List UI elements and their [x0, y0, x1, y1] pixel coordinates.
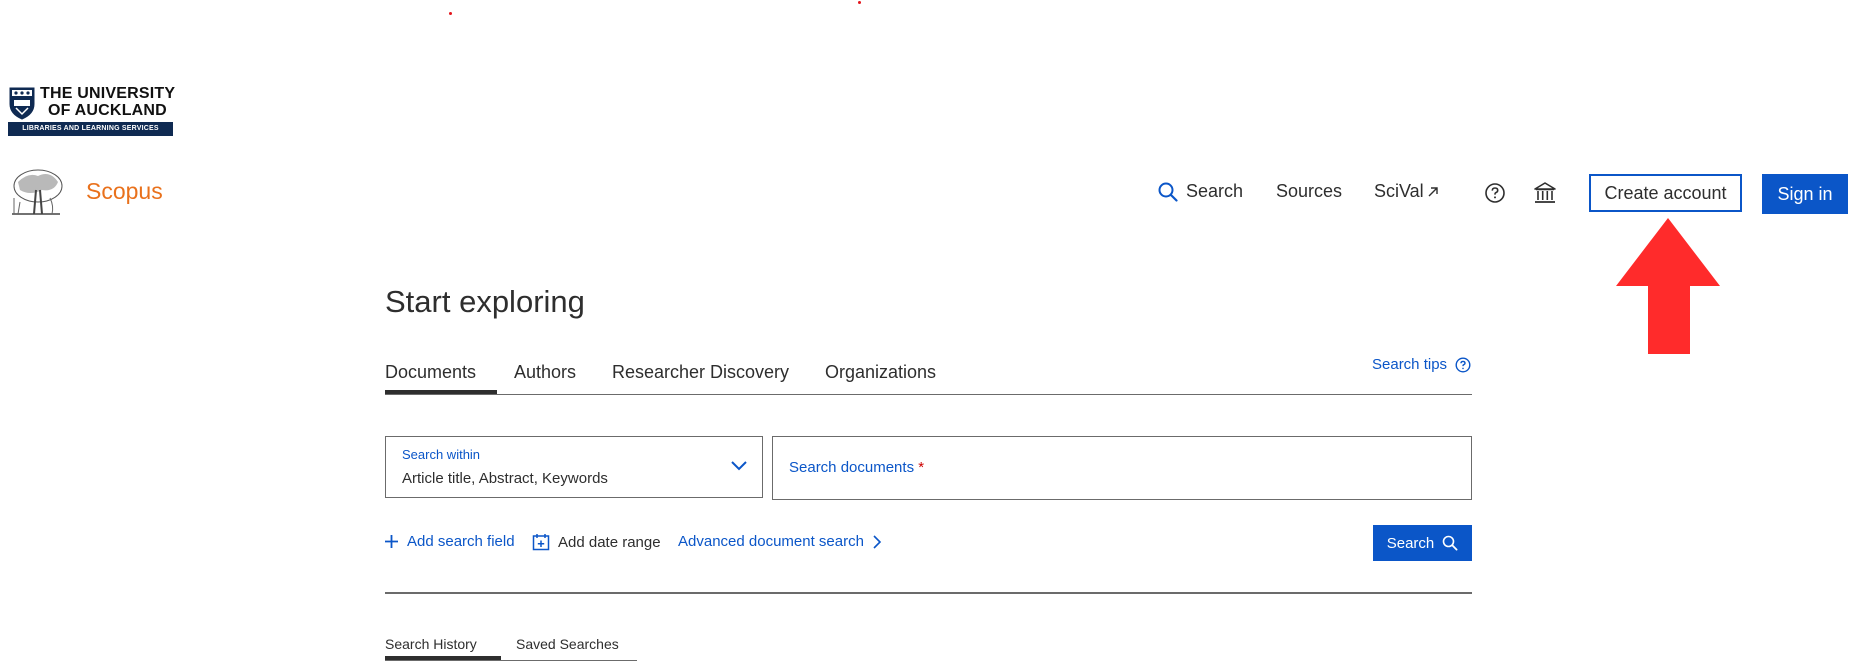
search-documents-placeholder-text: Search documents — [789, 459, 915, 476]
tab-authors[interactable]: Authors — [514, 362, 576, 383]
search-tips-label: Search tips — [1372, 356, 1448, 373]
university-logo[interactable]: THE UNIVERSITY OF AUCKLAND LIBRARIES AND… — [8, 86, 176, 138]
search-icon — [1442, 535, 1458, 551]
add-search-field-button[interactable]: Add search field — [384, 533, 515, 550]
section-divider — [385, 592, 1472, 594]
search-documents-placeholder: Search documents * — [789, 459, 924, 476]
help-circle-icon — [1455, 356, 1471, 373]
search-within-value: Article title, Abstract, Keywords — [402, 470, 608, 487]
add-search-field-label: Add search field — [407, 533, 515, 550]
help-icon[interactable] — [1484, 182, 1506, 204]
add-date-range-label: Add date range — [558, 533, 661, 551]
chevron-right-icon — [873, 534, 882, 549]
nav-search[interactable]: Search — [1158, 181, 1243, 202]
nav-scival[interactable]: SciVal — [1374, 181, 1440, 202]
scopus-logo[interactable]: Scopus — [86, 178, 163, 205]
calendar-add-icon — [532, 534, 550, 551]
university-name-line2: OF AUCKLAND — [48, 102, 167, 119]
history-tabs: Search History Saved Searches — [385, 634, 637, 661]
tab-saved-searches[interactable]: Saved Searches — [516, 636, 619, 652]
annotation-dot — [449, 12, 452, 15]
add-date-range-button[interactable]: Add date range — [532, 533, 661, 551]
plus-icon — [385, 535, 398, 548]
advanced-document-search-label: Advanced document search — [678, 533, 864, 550]
university-name-line1: THE UNIVERSITY — [40, 85, 176, 102]
advanced-document-search-link[interactable]: Advanced document search — [678, 533, 882, 550]
create-account-button[interactable]: Create account — [1589, 174, 1742, 212]
chevron-down-icon — [731, 461, 747, 471]
institution-icon[interactable] — [1533, 181, 1557, 205]
required-mark: * — [918, 459, 925, 476]
search-submit-button[interactable]: Search — [1373, 525, 1472, 561]
search-documents-input[interactable]: Search documents * — [772, 436, 1472, 500]
active-tab-indicator — [385, 390, 497, 394]
nav-sources-label: Sources — [1276, 181, 1343, 201]
search-button-label: Search — [1386, 534, 1435, 552]
tab-documents[interactable]: Documents — [385, 362, 476, 383]
search-within-label: Search within — [402, 447, 481, 462]
university-subtitle: LIBRARIES AND LEARNING SERVICES — [8, 122, 173, 136]
nav-scival-label: SciVal — [1374, 181, 1424, 201]
elsevier-tree-icon[interactable] — [8, 168, 64, 220]
search-type-tabs: Documents Authors Researcher Discovery O… — [385, 358, 1472, 395]
page-title: Start exploring — [385, 284, 585, 319]
active-tab-indicator — [385, 656, 501, 660]
external-link-icon — [1428, 186, 1438, 196]
tab-search-history[interactable]: Search History — [385, 636, 477, 652]
nav-sources[interactable]: Sources — [1276, 181, 1342, 202]
annotation-dot — [858, 1, 861, 4]
annotation-arrow-icon — [1616, 218, 1720, 354]
tab-organizations[interactable]: Organizations — [825, 362, 936, 383]
search-within-select[interactable]: Search within Article title, Abstract, K… — [385, 436, 763, 498]
sign-in-button[interactable]: Sign in — [1762, 174, 1848, 214]
nav-search-label: Search — [1186, 181, 1244, 201]
search-icon — [1158, 182, 1178, 202]
crest-icon — [9, 87, 35, 120]
search-tips-link[interactable]: Search tips — [1372, 356, 1471, 373]
tab-researcher-discovery[interactable]: Researcher Discovery — [612, 362, 789, 383]
